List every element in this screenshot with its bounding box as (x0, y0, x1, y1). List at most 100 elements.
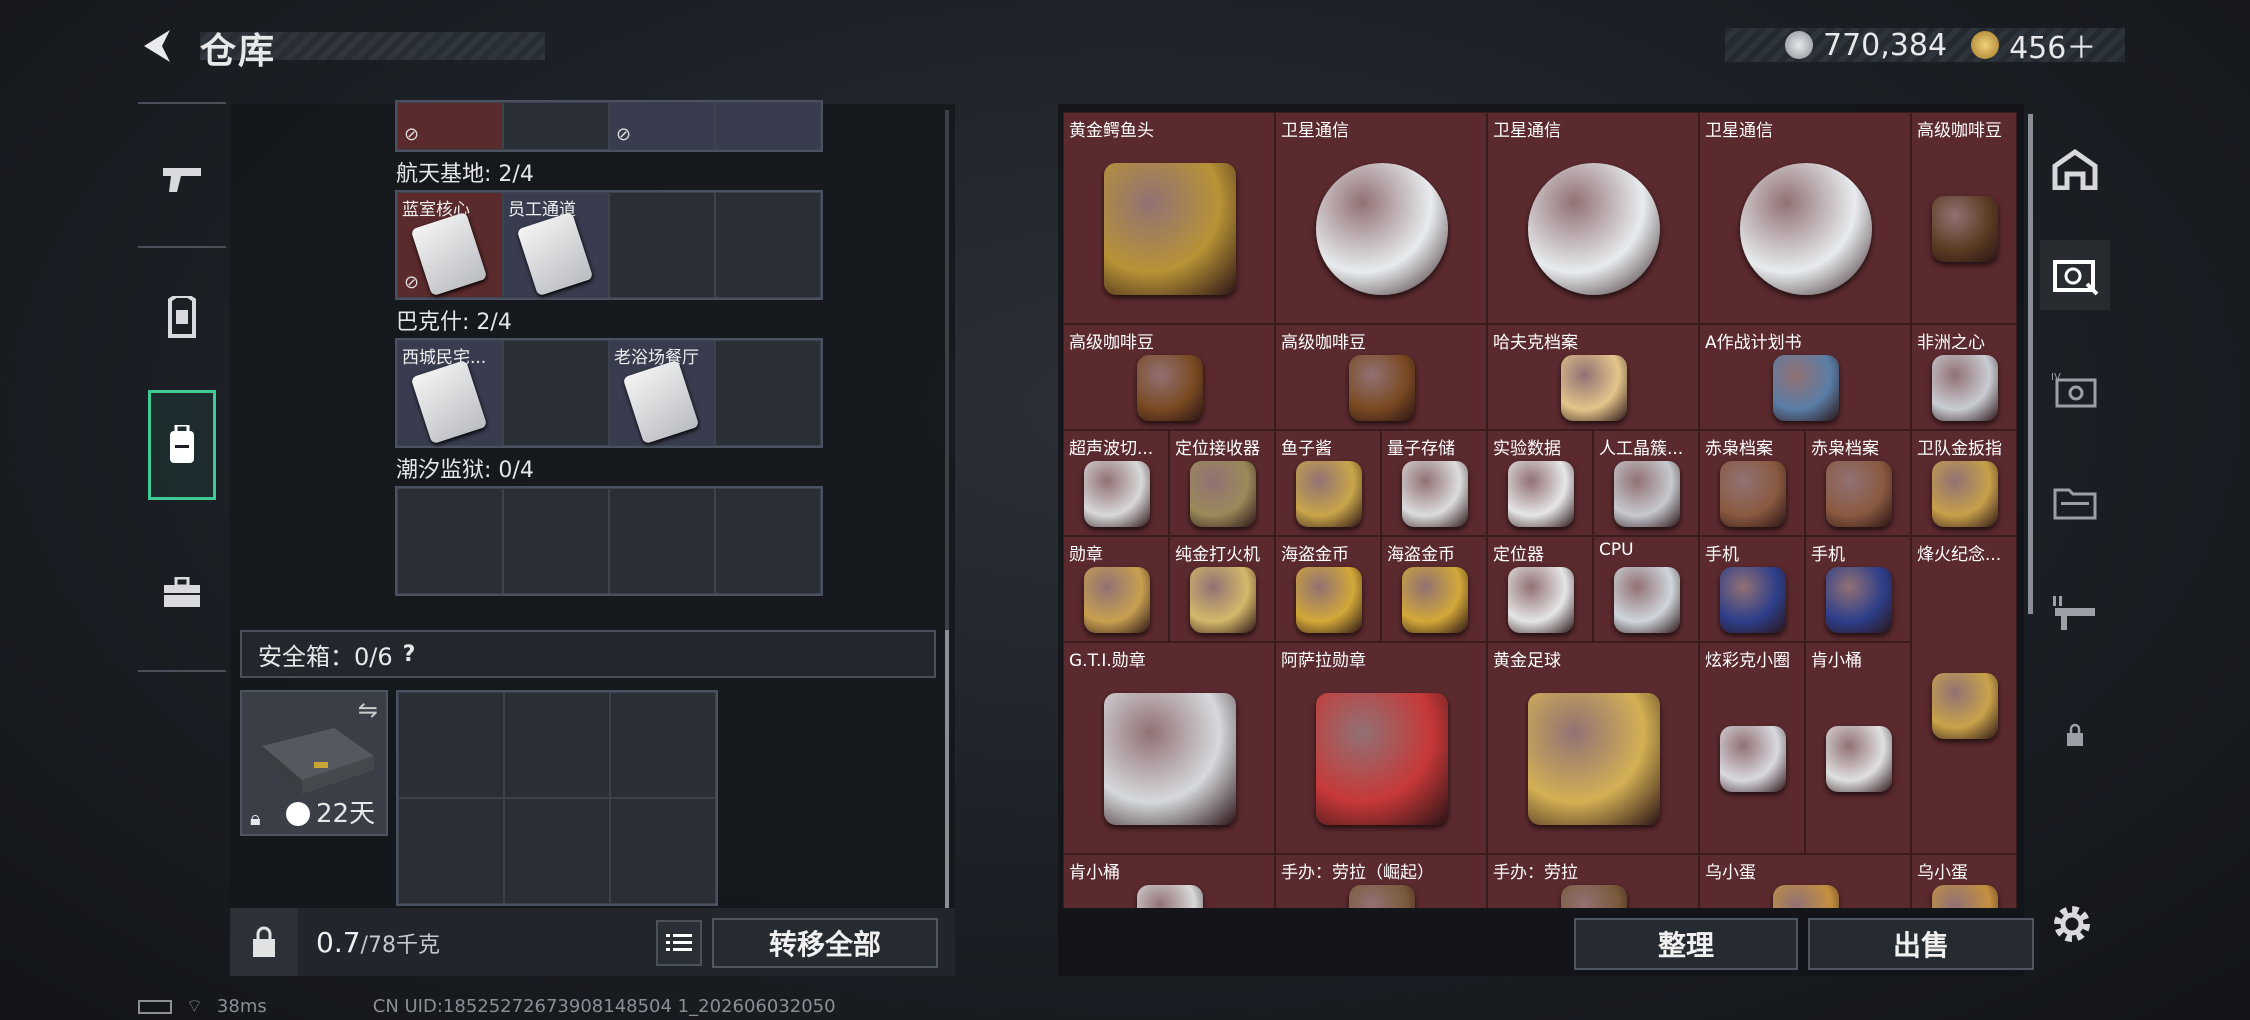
item-image (1720, 461, 1786, 527)
storage-item[interactable]: 定位器 (1487, 536, 1593, 642)
empty-slot[interactable] (503, 488, 609, 594)
list-view-button[interactable] (656, 920, 702, 966)
storage-item[interactable]: 肯小桶 (1063, 854, 1275, 908)
storage-item[interactable]: 肯小桶 (1805, 642, 1911, 854)
gold-amount[interactable]: 456＋ (2009, 23, 2096, 67)
item-label: 手办：劳拉 (1493, 863, 1578, 883)
empty-slot[interactable] (610, 692, 716, 798)
storage-item[interactable]: 纯金打火机 (1169, 536, 1275, 642)
storage-item[interactable]: 卫星通信 (1699, 112, 1911, 324)
storage-item[interactable]: 高级咖啡豆 (1911, 112, 2017, 324)
storage-item[interactable]: 乌小蛋 (1699, 854, 1911, 908)
inventory-slot[interactable]: ⊘ (397, 102, 503, 150)
empty-slot[interactable] (504, 798, 610, 904)
empty-slot[interactable] (504, 692, 610, 798)
item-image (1296, 567, 1362, 633)
storage-item[interactable]: 卫星通信 (1487, 112, 1699, 324)
nav-divider (138, 246, 226, 248)
scrollbar-thumb[interactable] (945, 630, 949, 910)
top-row-grid: ⊘ ⊘ (395, 100, 823, 152)
inventory-slot[interactable]: ⊘ (609, 102, 715, 150)
nav-armor[interactable] (148, 262, 216, 372)
item-label: 黄金足球 (1493, 651, 1561, 671)
help-icon[interactable]: ? (403, 642, 416, 667)
empty-slot[interactable] (715, 488, 821, 594)
storage-item[interactable]: 海盗金币 (1381, 536, 1487, 642)
storage-item[interactable]: 定位接收器 (1169, 430, 1275, 536)
back-arrow-icon[interactable] (136, 24, 176, 68)
storage-item[interactable]: 人工晶簇... (1593, 430, 1699, 536)
storage-item[interactable]: 勋章 (1063, 536, 1169, 642)
inventory-slot[interactable] (715, 102, 821, 150)
storage-item[interactable]: 鱼子酱 (1275, 430, 1381, 536)
storage-item[interactable]: 非洲之心 (1911, 324, 2017, 430)
storage-item[interactable]: G.T.I.勋章 (1063, 642, 1275, 854)
keycard-slot[interactable]: 老浴场餐厅 (609, 340, 715, 446)
sort-button[interactable]: 整理 (1574, 918, 1798, 970)
empty-slot[interactable] (715, 340, 821, 446)
bottom-bar: 0.7/78千克 转移全部 (230, 908, 955, 976)
storage-item[interactable]: 卫星通信 (1275, 112, 1487, 324)
storage-item[interactable]: 高级咖啡豆 (1275, 324, 1487, 430)
storage-item[interactable]: 赤枭档案 (1699, 430, 1805, 536)
gun-rack-tab[interactable] (2040, 580, 2110, 650)
empty-slot[interactable] (610, 798, 716, 904)
nav-briefcase[interactable] (148, 538, 216, 648)
storage-item[interactable]: 量子存储 (1381, 430, 1487, 536)
storage-item[interactable]: 烽火纪念... (1911, 536, 2017, 854)
empty-slot[interactable] (715, 192, 821, 298)
keycard-slot[interactable]: 西城民宅... (397, 340, 503, 446)
swap-icon[interactable]: ⇋ (358, 696, 378, 724)
left-nav (138, 102, 226, 672)
bunker-tab[interactable] (2040, 134, 2110, 204)
safe-box-grid (396, 690, 718, 906)
item-image (1316, 163, 1448, 295)
storage-item[interactable]: 黄金足球 (1487, 642, 1699, 854)
storage-item[interactable]: A作战计划书 (1699, 324, 1911, 430)
storage-item[interactable]: 乌小蛋 (1911, 854, 2017, 908)
safe-box-label: 安全箱：0/6 (258, 642, 393, 671)
section-grid: 西城民宅... 老浴场餐厅 (395, 338, 823, 448)
storage-item[interactable]: 超声波切... (1063, 430, 1169, 536)
nav-weapons[interactable] (148, 124, 216, 234)
empty-slot[interactable] (609, 488, 715, 594)
storage-item[interactable]: 炫彩克小圈 (1699, 642, 1805, 854)
storage-item[interactable]: 手机 (1699, 536, 1805, 642)
item-image (1402, 461, 1468, 527)
storage-item[interactable]: 实验数据 (1487, 430, 1593, 536)
storage-item[interactable]: 卫队金扳指 (1911, 430, 2017, 536)
storage-item[interactable]: 黄金鳄鱼头 (1063, 112, 1275, 324)
safe-tab[interactable] (2040, 240, 2110, 310)
keycard-slot[interactable]: 蓝室核心 ⊘ (397, 192, 503, 298)
locked-tab[interactable] (2040, 700, 2110, 770)
storage-item[interactable]: 手办：劳拉（崛起） (1275, 854, 1487, 908)
transfer-all-button[interactable]: 转移全部 (712, 918, 938, 968)
storage-item[interactable]: 手机 (1805, 536, 1911, 642)
safe-box-item[interactable]: ⇋ 🔒︎ 22天 (240, 690, 388, 836)
item-image (1826, 461, 1892, 527)
settings-gear-icon[interactable] (2048, 900, 2096, 948)
empty-slot[interactable] (609, 192, 715, 298)
storage-scrollbar[interactable] (2028, 114, 2033, 614)
storage-item[interactable]: 阿萨拉勋章 (1275, 642, 1487, 854)
empty-slot[interactable] (503, 340, 609, 446)
keycard-slot[interactable]: 员工通道 (503, 192, 609, 298)
item-label: 卫星通信 (1493, 121, 1561, 141)
nav-backpack[interactable] (148, 390, 216, 500)
sell-button[interactable]: 出售 (1808, 918, 2034, 970)
empty-slot[interactable] (398, 692, 504, 798)
safe-iv-tab[interactable]: IV (2040, 356, 2110, 426)
empty-slot[interactable] (398, 798, 504, 904)
weight-max: /78千克 (360, 932, 440, 958)
lock-button[interactable] (230, 908, 298, 976)
storage-item[interactable]: 海盗金币 (1275, 536, 1381, 642)
folder-tab[interactable] (2040, 466, 2110, 536)
empty-slot[interactable] (397, 488, 503, 594)
storage-item[interactable]: 赤枭档案 (1805, 430, 1911, 536)
storage-item[interactable]: CPU (1593, 536, 1699, 642)
inventory-slot[interactable] (503, 102, 609, 150)
storage-item[interactable]: 哈夫克档案 (1487, 324, 1699, 430)
item-image (1296, 461, 1362, 527)
storage-item[interactable]: 手办：劳拉 (1487, 854, 1699, 908)
storage-item[interactable]: 高级咖啡豆 (1063, 324, 1275, 430)
